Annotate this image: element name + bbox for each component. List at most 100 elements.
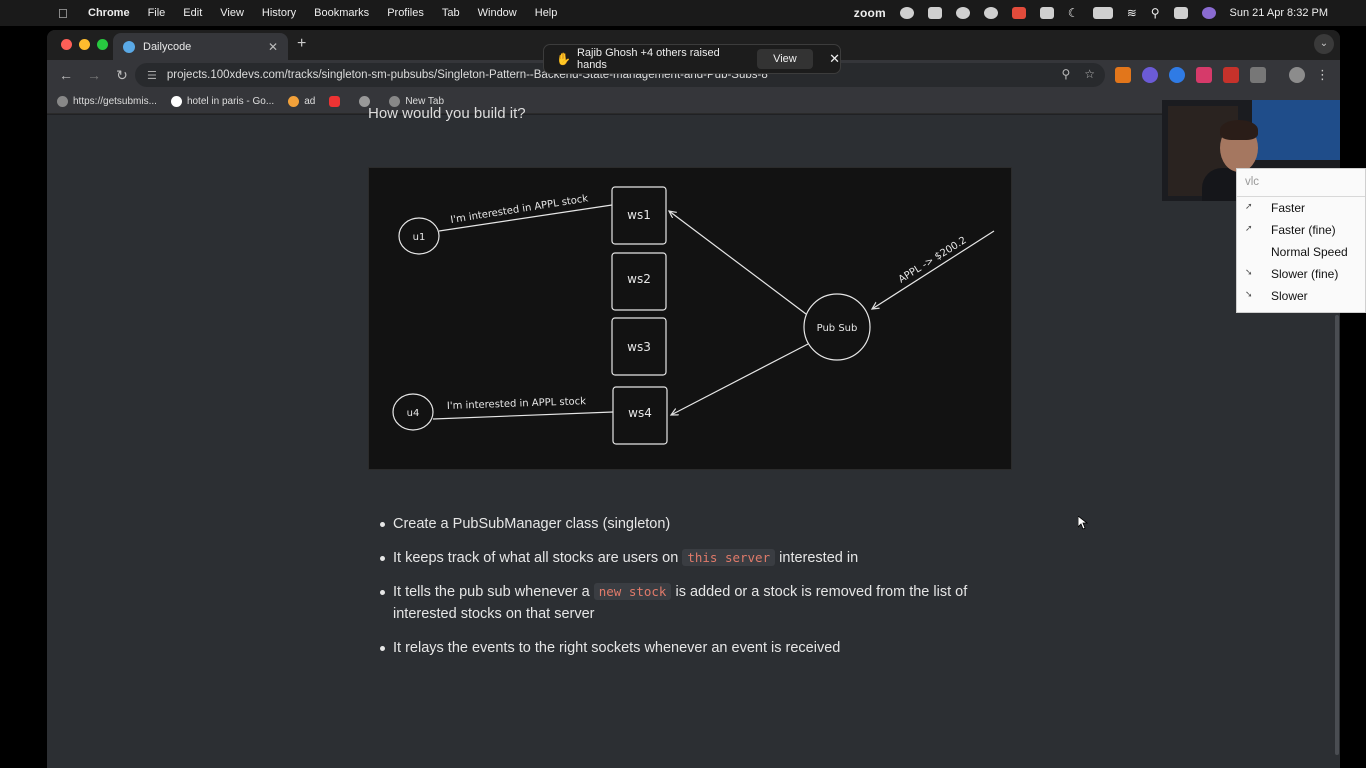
- reload-icon[interactable]: ↻: [113, 67, 131, 84]
- faster-fine-icon: ➚: [1245, 223, 1253, 233]
- cloud-icon[interactable]: [927, 7, 942, 19]
- faster-icon: ➚: [1245, 201, 1253, 211]
- bullet-item: It tells the pub sub whenever a new stoc…: [380, 581, 1020, 625]
- extension-icon-5[interactable]: [1223, 67, 1239, 83]
- menu-item-faster[interactable]: ➚ Faster: [1237, 197, 1365, 219]
- menu-item-label: Faster: [1271, 201, 1306, 215]
- menu-help[interactable]: Help: [535, 7, 558, 19]
- wifi-icon[interactable]: ≋: [1127, 6, 1137, 20]
- fire-icon: [288, 96, 300, 107]
- menu-bookmarks[interactable]: Bookmarks: [314, 7, 369, 19]
- menubar-datetime[interactable]: Sun 21 Apr 8:32 PM: [1230, 7, 1328, 19]
- apple-icon[interactable]: : [58, 6, 74, 21]
- label-msg-top: I'm interested in APPL stock: [450, 193, 589, 226]
- bullet-text: It relays the events to the right socket…: [393, 640, 841, 656]
- metamask-icon[interactable]: [1115, 67, 1131, 83]
- bookmark-getsubmis[interactable]: https://getsubmis...: [57, 96, 157, 107]
- menu-view[interactable]: View: [220, 7, 244, 19]
- flag-icon[interactable]: [1011, 7, 1026, 19]
- menu-file[interactable]: File: [148, 7, 166, 19]
- forward-icon[interactable]: →: [85, 67, 103, 83]
- siri-icon[interactable]: [1201, 7, 1216, 19]
- label-u4: u4: [407, 408, 420, 419]
- diagram-svg: u1 u4 ws1 ws2 ws3 ws4 Pub Sub I'm intere…: [392, 186, 995, 445]
- mouse-cursor-icon: [1078, 516, 1088, 530]
- minimize-window-button[interactable]: [79, 39, 90, 50]
- bookmark-ad[interactable]: ad: [288, 96, 315, 107]
- new-tab-button[interactable]: +: [297, 35, 306, 53]
- status-icon-2[interactable]: [955, 7, 970, 19]
- display-icon[interactable]: [1039, 7, 1054, 19]
- bookmark-label: https://getsubmis...: [73, 96, 157, 107]
- status-icon-1[interactable]: [899, 7, 914, 19]
- maximize-window-button[interactable]: [97, 39, 108, 50]
- scrollbar-thumb[interactable]: [1335, 315, 1339, 755]
- menu-item-normal-speed[interactable]: Normal Speed: [1237, 241, 1365, 263]
- close-icon[interactable]: ✕: [829, 51, 840, 67]
- extension-icon-3[interactable]: [1169, 67, 1185, 83]
- label-pubsub: Pub Sub: [817, 323, 858, 334]
- edge-pubsub-ws4: [671, 343, 809, 415]
- bullet-item: It relays the events to the right socket…: [380, 637, 1020, 659]
- vlc-menu-search-input[interactable]: vlc: [1237, 169, 1365, 197]
- menu-item-slower-fine[interactable]: ➘ Slower (fine): [1237, 263, 1365, 285]
- tab-dailycode[interactable]: Dailycode ✕: [113, 33, 288, 60]
- zoom-raised-hands-notification: ✋ Rajib Ghosh +4 others raised hands Vie…: [543, 44, 841, 74]
- globe-icon: [57, 96, 68, 107]
- bookmarks-bar: https://getsubmis... hotel in paris - Go…: [47, 90, 1340, 114]
- menu-edit[interactable]: Edit: [183, 7, 202, 19]
- status-icon-3[interactable]: [983, 7, 998, 19]
- inline-code: new stock: [593, 583, 672, 600]
- page-content: How would you build it? u1 u4 ws1 ws2 ws…: [47, 105, 1334, 768]
- browser-window: Dailycode ✕ + ⌄ ← → ↻ ☰ projects.100xdev…: [47, 30, 1340, 768]
- menu-app-name[interactable]: Chrome: [88, 7, 130, 19]
- bookmark-label: hotel in paris - Go...: [186, 96, 275, 107]
- section-heading: How would you build it?: [368, 105, 526, 122]
- search-icon[interactable]: ⚲: [1151, 6, 1160, 20]
- tab-title: Dailycode: [143, 40, 192, 53]
- edge-pubsub-ws1: [669, 211, 807, 315]
- extension-icon-2[interactable]: [1142, 67, 1158, 83]
- tab-favicon: [123, 40, 135, 53]
- zoom-status-item[interactable]: zoom: [854, 6, 886, 20]
- extensions-area: ⋮: [1115, 67, 1329, 83]
- menu-item-label: Faster (fine): [1271, 223, 1336, 237]
- control-center-icon[interactable]: [1173, 7, 1188, 19]
- chrome-menu-icon[interactable]: ⋮: [1316, 67, 1329, 83]
- extensions-puzzle-icon[interactable]: [1250, 67, 1266, 83]
- menu-profiles[interactable]: Profiles: [387, 7, 424, 19]
- menu-history[interactable]: History: [262, 7, 296, 19]
- view-button[interactable]: View: [756, 49, 814, 69]
- label-msg-bottom: I'm interested in APPL stock: [447, 396, 587, 412]
- bookmark-hotel-paris[interactable]: hotel in paris - Go...: [170, 96, 275, 107]
- macos-menu-bar:  Chrome File Edit View History Bookmark…: [0, 0, 1366, 26]
- inline-code: this server: [682, 549, 776, 566]
- moon-icon[interactable]: ☾: [1068, 6, 1079, 20]
- menu-item-label: Slower (fine): [1271, 267, 1339, 281]
- extension-icon-4[interactable]: [1196, 67, 1212, 83]
- google-icon: [170, 96, 182, 107]
- bullet-list: Create a PubSubManager class (singleton)…: [380, 513, 1020, 671]
- menu-item-label: Slower: [1271, 289, 1308, 303]
- slower-icon: ➘: [1245, 289, 1253, 299]
- bookmark-youtube[interactable]: [329, 96, 345, 107]
- youtube-icon: [329, 96, 341, 107]
- webcam-person-hair: [1220, 120, 1258, 140]
- bullet-text: It tells the pub sub whenever a: [393, 584, 594, 600]
- window-controls: [61, 39, 108, 50]
- close-tab-icon[interactable]: ✕: [268, 40, 278, 54]
- tab-search-button[interactable]: ⌄: [1314, 34, 1334, 54]
- bullet-item: Create a PubSubManager class (singleton): [380, 513, 1020, 535]
- battery-icon[interactable]: [1092, 7, 1113, 19]
- profile-avatar[interactable]: [1289, 67, 1305, 83]
- site-info-icon[interactable]: ☰: [147, 69, 157, 82]
- menu-tab[interactable]: Tab: [442, 7, 460, 19]
- menu-window[interactable]: Window: [478, 7, 517, 19]
- menu-item-slower[interactable]: ➘ Slower: [1237, 285, 1365, 307]
- label-ws1: ws1: [627, 208, 651, 222]
- zoom-icon[interactable]: ⚲: [1061, 67, 1070, 81]
- close-window-button[interactable]: [61, 39, 72, 50]
- bookmark-star-icon[interactable]: ☆: [1084, 67, 1095, 81]
- menu-item-faster-fine[interactable]: ➚ Faster (fine): [1237, 219, 1365, 241]
- back-icon[interactable]: ←: [57, 67, 75, 83]
